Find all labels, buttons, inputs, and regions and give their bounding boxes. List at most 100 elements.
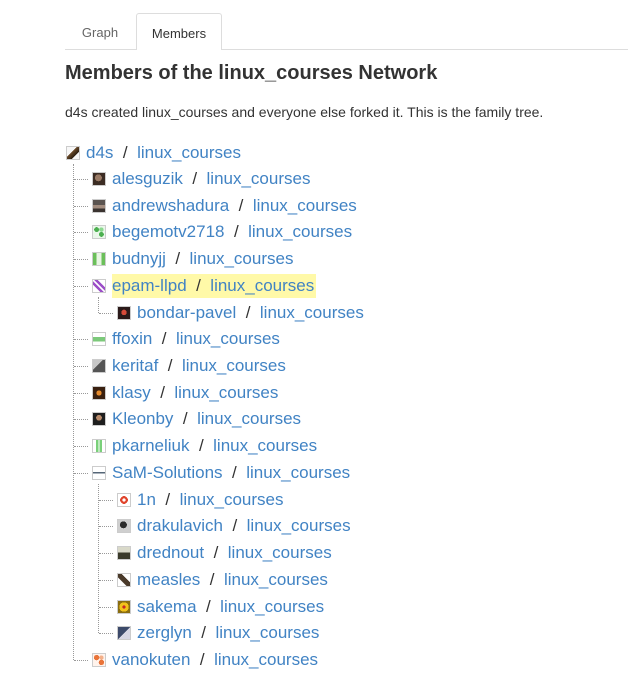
- tree-node: 1n / linux_courses: [137, 488, 284, 512]
- separator: /: [208, 543, 224, 562]
- user-link[interactable]: sakema: [137, 597, 197, 616]
- repo-link[interactable]: linux_courses: [176, 329, 280, 348]
- user-avatar-icon: [117, 573, 131, 587]
- user-link[interactable]: SaM-Solutions: [112, 463, 223, 482]
- separator: /: [240, 303, 256, 322]
- user-avatar-icon: [92, 172, 106, 186]
- page-description: d4s created linux_courses and everyone e…: [65, 104, 544, 120]
- repo-link[interactable]: linux_courses: [190, 249, 294, 268]
- user-link[interactable]: d4s: [86, 143, 113, 162]
- user-link[interactable]: drakulavich: [137, 516, 223, 535]
- user-link[interactable]: andrewshadura: [112, 196, 229, 215]
- separator: /: [187, 169, 202, 188]
- user-avatar-icon: [117, 600, 131, 614]
- repo-link[interactable]: linux_courses: [248, 222, 352, 241]
- repo-link[interactable]: linux_courses: [197, 409, 301, 428]
- repo-link[interactable]: linux_courses: [215, 623, 319, 642]
- repo-link[interactable]: linux_courses: [246, 463, 350, 482]
- tree-branch: [99, 607, 113, 608]
- tree-branch: [74, 660, 88, 661]
- tree-node: zerglyn / linux_courses: [137, 621, 319, 645]
- separator: /: [195, 650, 210, 669]
- tree-branch: [74, 232, 88, 233]
- repo-link[interactable]: linux_courses: [207, 169, 311, 188]
- user-link[interactable]: measles: [137, 570, 200, 589]
- tree-node: Kleonby / linux_courses: [112, 407, 301, 431]
- tree-node: klasy / linux_courses: [112, 381, 278, 405]
- repo-link[interactable]: linux_courses: [220, 597, 324, 616]
- tree-node: sakema / linux_courses: [137, 595, 324, 619]
- user-link[interactable]: begemotv2718: [112, 222, 224, 241]
- user-avatar-icon: [92, 386, 106, 400]
- tab-graph[interactable]: Graph: [65, 13, 135, 48]
- tree-branch: [74, 393, 88, 394]
- separator: /: [205, 570, 220, 589]
- separator: /: [201, 597, 216, 616]
- user-avatar-icon: [92, 466, 106, 480]
- user-link[interactable]: 1n: [137, 490, 156, 509]
- tree-branch: [74, 419, 88, 420]
- user-avatar-icon: [92, 412, 106, 426]
- page-title: Members of the linux_courses Network: [65, 62, 438, 84]
- repo-link[interactable]: linux_courses: [137, 143, 241, 162]
- repo-link[interactable]: linux_courses: [224, 570, 328, 589]
- tree-node: drakulavich / linux_courses: [137, 514, 351, 538]
- separator: /: [227, 516, 242, 535]
- separator: /: [229, 222, 244, 241]
- separator: /: [163, 356, 178, 375]
- repo-link[interactable]: linux_courses: [214, 650, 318, 669]
- user-link[interactable]: epam-llpd: [112, 276, 187, 295]
- tab-members[interactable]: Members: [136, 13, 222, 50]
- repo-link[interactable]: linux_courses: [213, 436, 317, 455]
- user-link[interactable]: drednout: [137, 543, 204, 562]
- tree-line-sam: [98, 484, 99, 633]
- repo-link[interactable]: linux_courses: [174, 383, 278, 402]
- separator: /: [233, 196, 249, 215]
- user-link[interactable]: klasy: [112, 383, 151, 402]
- tree-branch: [74, 446, 88, 447]
- user-avatar-icon: [92, 359, 106, 373]
- tree-branch: [74, 206, 88, 207]
- tree-branch: [99, 553, 113, 554]
- tree-node-highlighted: epam-llpd / linux_courses: [112, 274, 317, 298]
- user-avatar-icon: [92, 332, 106, 346]
- user-avatar-icon: [92, 279, 106, 293]
- tree-branch: [99, 633, 113, 634]
- repo-link[interactable]: linux_courses: [260, 303, 364, 322]
- repo-link[interactable]: linux_courses: [228, 543, 332, 562]
- user-link[interactable]: zerglyn: [137, 623, 192, 642]
- separator: /: [178, 409, 193, 428]
- network-tabs: Graph Members: [65, 13, 628, 50]
- tree-branch: [99, 580, 113, 581]
- tree-node: andrewshadura / linux_courses: [112, 194, 357, 218]
- separator: /: [160, 490, 175, 509]
- user-link[interactable]: alesguzik: [112, 169, 183, 188]
- tree-node: vanokuten / linux_courses: [112, 648, 318, 672]
- tree-branch: [99, 313, 113, 314]
- user-avatar-icon: [117, 519, 131, 533]
- repo-link[interactable]: linux_courses: [247, 516, 351, 535]
- user-avatar-icon: [117, 626, 131, 640]
- tree-branch: [74, 259, 88, 260]
- separator: /: [157, 329, 172, 348]
- repo-link[interactable]: linux_courses: [210, 276, 314, 295]
- repo-link[interactable]: linux_courses: [180, 490, 284, 509]
- tree-node: measles / linux_courses: [137, 568, 328, 592]
- user-link[interactable]: ffoxin: [112, 329, 152, 348]
- user-link[interactable]: bondar-pavel: [137, 303, 236, 322]
- repo-link[interactable]: linux_courses: [182, 356, 286, 375]
- tree-node: ffoxin / linux_courses: [112, 327, 280, 351]
- user-link[interactable]: Kleonby: [112, 409, 173, 428]
- user-link[interactable]: budnyjj: [112, 249, 166, 268]
- separator: /: [196, 623, 211, 642]
- tree-node: drednout / linux_courses: [137, 541, 332, 565]
- user-link[interactable]: vanokuten: [112, 650, 190, 669]
- tree-branch: [74, 473, 88, 474]
- user-link[interactable]: keritaf: [112, 356, 158, 375]
- user-avatar-icon: [117, 493, 131, 507]
- user-link[interactable]: pkarneliuk: [112, 436, 190, 455]
- user-avatar-icon: [92, 439, 106, 453]
- tree-root: d4s / linux_courses: [86, 141, 241, 165]
- repo-link[interactable]: linux_courses: [253, 196, 357, 215]
- tree-node: pkarneliuk / linux_courses: [112, 434, 317, 458]
